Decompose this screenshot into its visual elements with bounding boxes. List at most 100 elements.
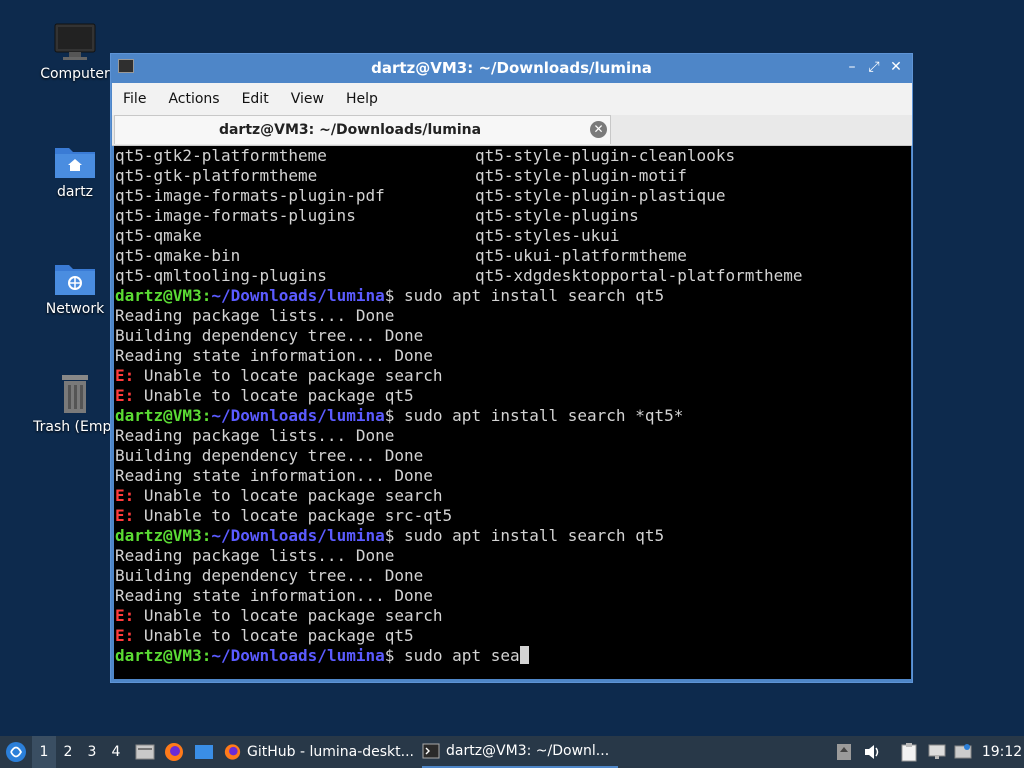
desktop-icon-computer[interactable]: Computer xyxy=(30,22,120,82)
output-text: Reading package lists... Done xyxy=(115,546,395,565)
speaker-icon xyxy=(865,745,879,759)
window-titlebar[interactable]: dartz@VM3: ~/Downloads/lumina – ⤢ ✕ xyxy=(111,54,912,82)
error-prefix: E: xyxy=(115,366,135,385)
terminal-output[interactable]: qt5-gtk2-platformtheme qt5-style-plugin-c… xyxy=(114,146,911,679)
prompt-path: ~/Downloads/lumina xyxy=(211,646,385,665)
firefox-launcher[interactable] xyxy=(162,736,186,768)
output-line: Reading state information... Done xyxy=(115,586,433,606)
package-name: qt5-style-plugins xyxy=(475,206,639,225)
workspace-4[interactable]: 4 xyxy=(104,736,128,768)
command-text: sudo apt install search qt5 xyxy=(394,286,665,305)
error-prefix: E: xyxy=(115,626,135,645)
error-line: E: Unable to locate package src-qt5 xyxy=(115,506,452,526)
package-list-row: qt5-image-formats-plugins qt5-style-plugi… xyxy=(115,206,639,226)
terminal-window: dartz@VM3: ~/Downloads/lumina – ⤢ ✕ File… xyxy=(110,53,913,683)
task-label: dartz@VM3: ~/Downl... xyxy=(446,743,610,759)
package-list-row: qt5-qmltooling-plugins qt5-xdgdesktopport… xyxy=(115,266,803,286)
wired-network-icon xyxy=(928,744,946,759)
task-button-terminal[interactable]: dartz@VM3: ~/Downl... xyxy=(422,736,618,768)
package-list-row: qt5-image-formats-plugin-pdf qt5-style-pl… xyxy=(115,186,725,206)
menu-file[interactable]: File xyxy=(112,91,157,107)
clock[interactable]: 19:12 xyxy=(982,736,1022,768)
desktop-icon-trash[interactable]: Trash (Empt xyxy=(30,373,120,435)
package-name: qt5-ukui-platformtheme xyxy=(475,246,687,265)
package-name: qt5-gtk2-platformtheme xyxy=(115,146,327,165)
prompt-separator: : xyxy=(201,286,212,305)
error-text: Unable to locate package qt5 xyxy=(134,626,414,645)
show-desktop-launcher[interactable] xyxy=(192,736,216,768)
package-name: qt5-gtk-platformtheme xyxy=(115,166,318,185)
package-name: qt5-qmake xyxy=(115,226,202,245)
error-text: Unable to locate package search xyxy=(134,366,443,385)
error-text: Unable to locate package qt5 xyxy=(134,386,414,405)
package-name: qt5-xdgdesktopportal-platformtheme xyxy=(475,266,803,285)
workspace-3[interactable]: 3 xyxy=(80,736,104,768)
tab-terminal[interactable]: dartz@VM3: ~/Downloads/lumina ✕ xyxy=(114,115,611,144)
output-line: Reading package lists... Done xyxy=(115,546,394,566)
desktop-icon-home[interactable]: dartz xyxy=(30,140,120,200)
error-prefix: E: xyxy=(115,386,135,405)
taskbar: 1 2 3 4 GitHub - lumina-deskt... dartz@V… xyxy=(0,736,1024,768)
task-button-firefox[interactable]: GitHub - lumina-deskt... xyxy=(224,736,414,768)
close-button[interactable]: ✕ xyxy=(886,57,906,77)
clipboard-tray[interactable] xyxy=(898,736,920,768)
desktop-icon-label: Trash (Empt xyxy=(33,419,117,435)
error-prefix: E: xyxy=(115,606,135,625)
error-line: E: Unable to locate package search xyxy=(115,486,443,506)
current-command-line: dartz@VM3:~/Downloads/lumina$ sudo apt s… xyxy=(115,646,529,666)
tab-bar: dartz@VM3: ~/Downloads/lumina ✕ xyxy=(112,115,912,146)
output-line: Reading package lists... Done xyxy=(115,306,394,326)
desktop-icon-label: Computer xyxy=(40,66,110,82)
package-name: qt5-image-formats-plugin-pdf xyxy=(115,186,385,205)
desktop-icon-label: dartz xyxy=(56,184,94,200)
package-name: qt5-styles-ukui xyxy=(475,226,620,245)
minimize-button[interactable]: – xyxy=(842,57,862,77)
menu-edit[interactable]: Edit xyxy=(231,91,280,107)
output-text: Reading package lists... Done xyxy=(115,306,395,325)
output-text: Reading state information... Done xyxy=(115,346,433,365)
error-line: E: Unable to locate package search xyxy=(115,366,443,386)
file-manager-icon xyxy=(135,744,155,760)
prompt-dollar: $ xyxy=(384,406,395,425)
notification-icon xyxy=(954,744,972,759)
start-menu-button[interactable] xyxy=(4,736,28,768)
prompt-user: dartz@VM3 xyxy=(115,646,202,665)
error-prefix: E: xyxy=(115,486,135,505)
output-line: Reading state information... Done xyxy=(115,346,433,366)
firefox-icon xyxy=(224,744,241,760)
menu-help[interactable]: Help xyxy=(335,91,389,107)
menu-actions[interactable]: Actions xyxy=(157,91,230,107)
error-text: Unable to locate package src-qt5 xyxy=(134,506,453,525)
command-line: dartz@VM3:~/Downloads/lumina$ sudo apt i… xyxy=(115,406,683,426)
package-name: qt5-style-plugin-cleanlooks xyxy=(475,146,736,165)
workspace-1[interactable]: 1 xyxy=(32,736,56,768)
prompt-separator: : xyxy=(201,406,212,425)
output-text: Building dependency tree... Done xyxy=(115,326,424,345)
desktop-icon xyxy=(195,745,213,759)
trash-icon xyxy=(62,375,88,413)
output-line: Reading state information... Done xyxy=(115,466,433,486)
output-text: Reading state information... Done xyxy=(115,466,433,485)
system-tray-updates[interactable] xyxy=(834,736,854,768)
network-tray[interactable] xyxy=(926,736,948,768)
tab-close-icon[interactable]: ✕ xyxy=(590,121,607,138)
tab-label: dartz@VM3: ~/Downloads/lumina xyxy=(218,122,482,138)
output-line: Building dependency tree... Done xyxy=(115,446,423,466)
desktop-icon-network[interactable]: Network xyxy=(30,257,120,317)
notifications-tray[interactable] xyxy=(952,736,974,768)
workspace-label: 2 xyxy=(63,744,73,760)
task-label: GitHub - lumina-deskt... xyxy=(246,744,414,760)
prompt-path: ~/Downloads/lumina xyxy=(211,286,385,305)
firefox-icon xyxy=(165,743,183,761)
workspace-label: 1 xyxy=(39,744,49,760)
terminal-icon xyxy=(422,743,440,759)
volume-control[interactable] xyxy=(862,736,882,768)
prompt-user: dartz@VM3 xyxy=(115,526,202,545)
package-name: qt5-style-plugin-motif xyxy=(475,166,687,185)
maximize-button[interactable]: ⤢ xyxy=(864,57,884,77)
workspace-2[interactable]: 2 xyxy=(56,736,80,768)
menu-view[interactable]: View xyxy=(280,91,335,107)
file-manager-launcher[interactable] xyxy=(134,736,156,768)
command-line: dartz@VM3:~/Downloads/lumina$ sudo apt i… xyxy=(115,286,664,306)
command-text: sudo apt install search *qt5* xyxy=(394,406,684,425)
